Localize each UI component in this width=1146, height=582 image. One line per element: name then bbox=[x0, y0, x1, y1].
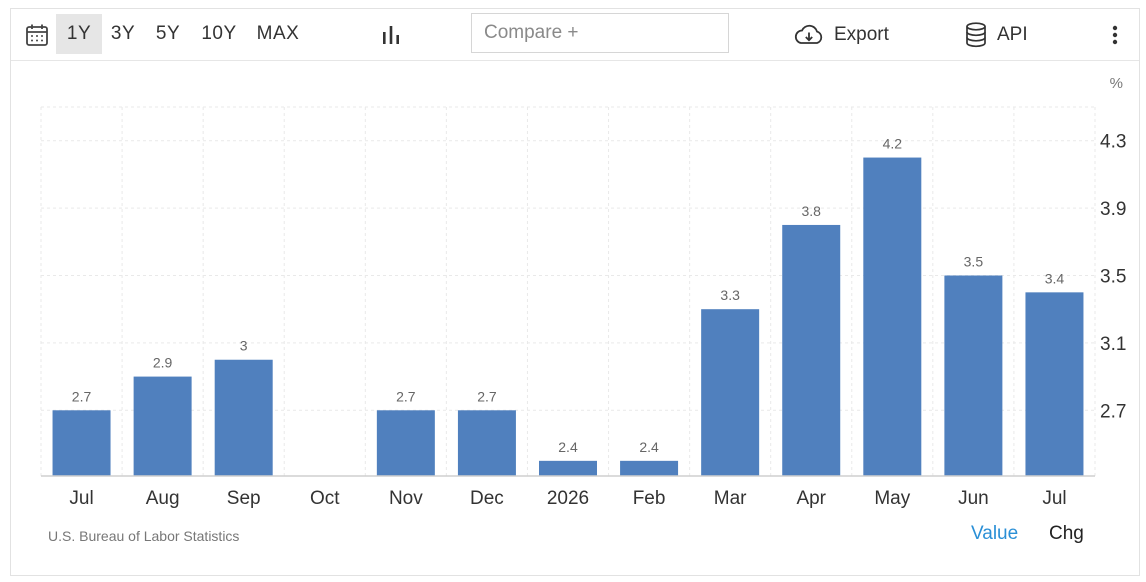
data-label: 2.7 bbox=[477, 388, 497, 404]
chart-panel: 1Y 3Y 5Y 10Y MAX Export bbox=[10, 8, 1140, 576]
data-label: 2.4 bbox=[639, 439, 659, 455]
data-label: 2.7 bbox=[396, 388, 416, 404]
bar bbox=[782, 224, 841, 476]
x-tick-label: Aug bbox=[146, 488, 180, 509]
data-label: 3.5 bbox=[964, 253, 984, 269]
y-tick-label: 2.7 bbox=[1100, 401, 1126, 422]
source-credit: U.S. Bureau of Labor Statistics bbox=[48, 528, 240, 544]
bar bbox=[539, 460, 597, 476]
bar bbox=[1025, 292, 1084, 476]
y-unit-label: % bbox=[1110, 75, 1123, 92]
y-tick-label: 4.3 bbox=[1100, 132, 1126, 153]
x-tick-label: Jul bbox=[1042, 488, 1066, 509]
data-label: 3.3 bbox=[720, 287, 740, 303]
bar bbox=[376, 410, 435, 476]
data-label: 4.2 bbox=[883, 136, 903, 152]
bar bbox=[214, 359, 273, 476]
data-label: 2.7 bbox=[72, 388, 92, 404]
data-label: 2.9 bbox=[153, 355, 173, 371]
y-tick-label: 3.5 bbox=[1100, 266, 1126, 287]
data-label: 3.8 bbox=[801, 203, 821, 219]
value-toggle[interactable]: Value bbox=[971, 523, 1018, 545]
x-tick-label: Mar bbox=[714, 488, 747, 509]
bar bbox=[944, 275, 1003, 476]
x-tick-label: Feb bbox=[633, 488, 666, 509]
x-tick-label: May bbox=[874, 488, 910, 509]
x-tick-label: Oct bbox=[310, 488, 340, 509]
chg-toggle[interactable]: Chg bbox=[1049, 523, 1084, 545]
bar bbox=[52, 410, 111, 476]
bar bbox=[863, 157, 922, 476]
bar-chart: 2.7 Jul 2.9 Aug 3 Sep Oct 2.7 Nov 2.7 Dec 2.4 2026 2.… bbox=[40, 75, 1126, 509]
bar bbox=[457, 410, 516, 476]
data-label: 3 bbox=[240, 338, 248, 354]
x-tick-label: 2026 bbox=[547, 488, 589, 509]
x-tick-label: Jun bbox=[958, 488, 989, 509]
x-tick-label: Nov bbox=[389, 488, 423, 509]
bar bbox=[620, 460, 679, 476]
x-tick-label: Apr bbox=[796, 488, 826, 509]
bar bbox=[133, 376, 192, 476]
data-label: 2.4 bbox=[558, 439, 578, 455]
y-tick-label: 3.9 bbox=[1100, 199, 1126, 220]
data-label: 3.4 bbox=[1045, 270, 1065, 286]
x-tick-label: Dec bbox=[470, 488, 504, 509]
x-tick-label: Jul bbox=[69, 488, 93, 509]
y-tick-label: 3.1 bbox=[1100, 334, 1126, 355]
x-tick-label: Sep bbox=[227, 488, 261, 509]
bar bbox=[701, 309, 760, 476]
